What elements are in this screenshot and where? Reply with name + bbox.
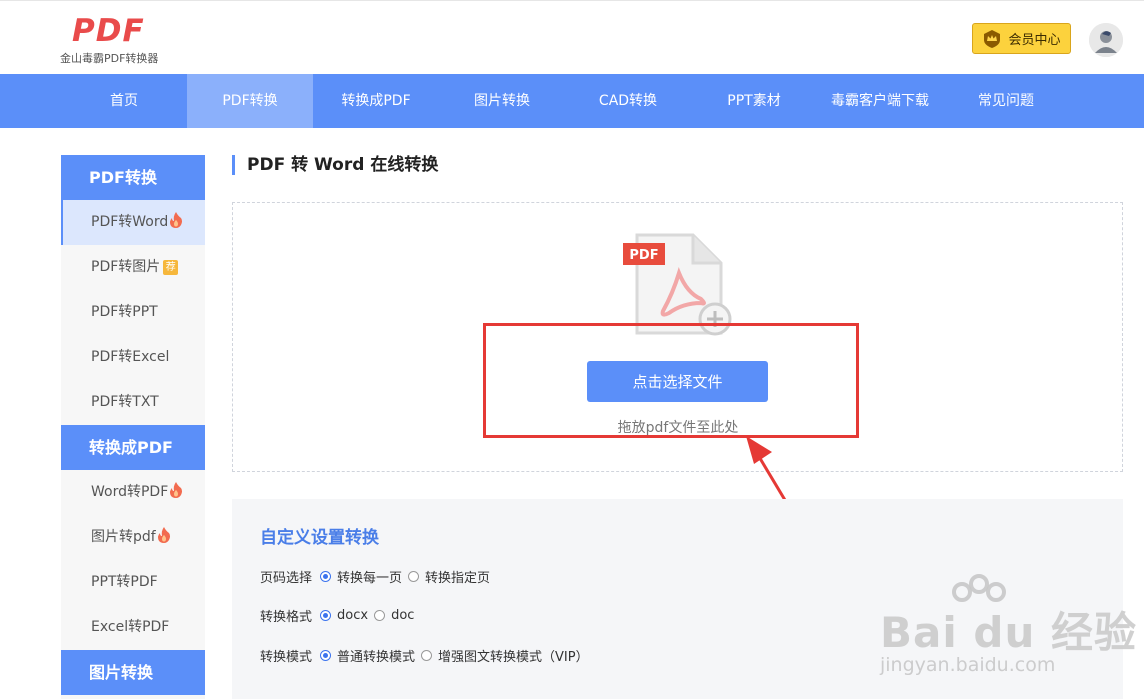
pdf-file-badge: PDF [629,248,658,263]
option-label: 普通转换模式 [337,650,416,665]
option-label: 转换每一页 [337,571,403,586]
sidebar-section-pdf-convert[interactable]: PDF转换 [61,155,205,200]
output-format-label: 转换格式 [260,610,313,625]
nav-item-pdf-convert[interactable]: PDF转换 [187,74,313,128]
sidebar-item-excel-to-pdf[interactable]: Excel转PDF [61,605,205,650]
nav-item-ppt-materials[interactable]: PPT素材 [691,74,817,128]
page-title: PDF 转 Word 在线转换 [232,155,438,175]
recommended-badge: 荐 [163,260,179,275]
settings-title: 自定义设置转换 [260,528,379,548]
option-docx[interactable]: docx [320,608,368,623]
sidebar-item-pdf-to-word[interactable]: PDF转Word [61,200,205,245]
conversion-mode-row: 转换模式 普通转换模式 增强图文转换模式（VIP） [260,646,595,665]
option-enhanced-mode[interactable]: 增强图文转换模式（VIP） [421,646,589,665]
sidebar-item-label: 图片转pdf [91,529,156,545]
sidebar-item-pdf-to-image[interactable]: PDF转图片荐 [61,245,205,290]
nav-item-faq[interactable]: 常见问题 [943,74,1069,128]
sidebar-item-pdf-to-txt[interactable]: PDF转TXT [61,380,205,425]
option-convert-every-page[interactable]: 转换每一页 [320,567,402,586]
option-normal-mode[interactable]: 普通转换模式 [320,646,415,665]
nav-item-to-pdf[interactable]: 转换成PDF [313,74,439,128]
sidebar-item-word-to-pdf[interactable]: Word转PDF [61,470,205,515]
fire-icon [157,527,170,543]
sidebar-item-label: Word转PDF [91,484,169,500]
crown-shield-icon [984,29,1001,48]
watermark-brand: Bai du 经验 [880,608,1137,657]
page-range-label: 页码选择 [260,571,313,586]
option-doc[interactable]: doc [374,608,414,623]
sidebar-item-label: Excel转PDF [91,619,170,635]
sidebar-item-image-to-pdf[interactable]: 图片转pdf [61,515,205,560]
logo-subtitle: 金山毒霸PDF转换器 [60,52,159,65]
member-center-button[interactable]: 会员中心 [972,23,1071,54]
radio-button[interactable] [320,610,332,621]
avatar[interactable] [1089,23,1123,57]
radio-button[interactable] [320,571,332,582]
member-center-label: 会员中心 [1008,33,1061,48]
annotation-highlight-box [483,323,859,438]
sidebar-item-ppt-to-pdf[interactable]: PPT转PDF [61,560,205,605]
sidebar-item-label: PDF转Word [91,214,169,230]
option-convert-specified-pages[interactable]: 转换指定页 [408,567,490,586]
option-label: doc [391,608,415,623]
sidebar-section-image-convert[interactable]: 图片转换 [61,650,205,695]
nav-item-client-download[interactable]: 毒霸客户端下载 [817,74,943,128]
option-label: 增强图文转换模式（VIP） [438,650,589,665]
sidebar: PDF转换 PDF转Word PDF转图片荐 PDF转PPT PDF转Excel… [61,155,205,699]
radio-button[interactable] [421,650,433,661]
nav-item-cad-convert[interactable]: CAD转换 [565,74,691,128]
baidu-jingyan-watermark: Bai du 经验 jingyan.baidu.com [872,574,1144,694]
radio-button[interactable] [374,610,386,621]
user-avatar-icon [1089,23,1123,57]
main-navigation: 首页 PDF转换 转换成PDF 图片转换 CAD转换 PPT素材 毒霸客户端下载… [0,74,1144,128]
site-logo[interactable]: PDF 金山毒霸PDF转换器 [60,13,170,65]
sidebar-item-label: PDF转TXT [91,394,159,410]
sidebar-item-label: PDF转图片 [91,259,161,275]
option-label: docx [337,608,369,623]
sidebar-item-label: PDF转Excel [91,349,170,365]
sidebar-item-label: PPT转PDF [91,574,158,590]
output-format-row: 转换格式 docx doc [260,606,420,625]
radio-button[interactable] [320,650,332,661]
radio-button[interactable] [408,571,420,582]
sidebar-item-pdf-to-excel[interactable]: PDF转Excel [61,335,205,380]
page-range-row: 页码选择 转换每一页 转换指定页 [260,567,496,586]
logo-mark: PDF [72,13,145,49]
sidebar-item-pdf-to-ppt[interactable]: PDF转PPT [61,290,205,335]
nav-item-home[interactable]: 首页 [61,74,187,128]
sidebar-item-label: PDF转PPT [91,304,158,320]
nav-item-image-convert[interactable]: 图片转换 [439,74,565,128]
sidebar-section-to-pdf[interactable]: 转换成PDF [61,425,205,470]
fire-icon [170,482,183,498]
conversion-mode-label: 转换模式 [260,650,313,665]
option-label: 转换指定页 [425,571,491,586]
site-header: PDF 金山毒霸PDF转换器 会员中心 [0,0,1144,74]
watermark-url: jingyan.baidu.com [880,654,1056,676]
fire-icon [170,212,183,228]
